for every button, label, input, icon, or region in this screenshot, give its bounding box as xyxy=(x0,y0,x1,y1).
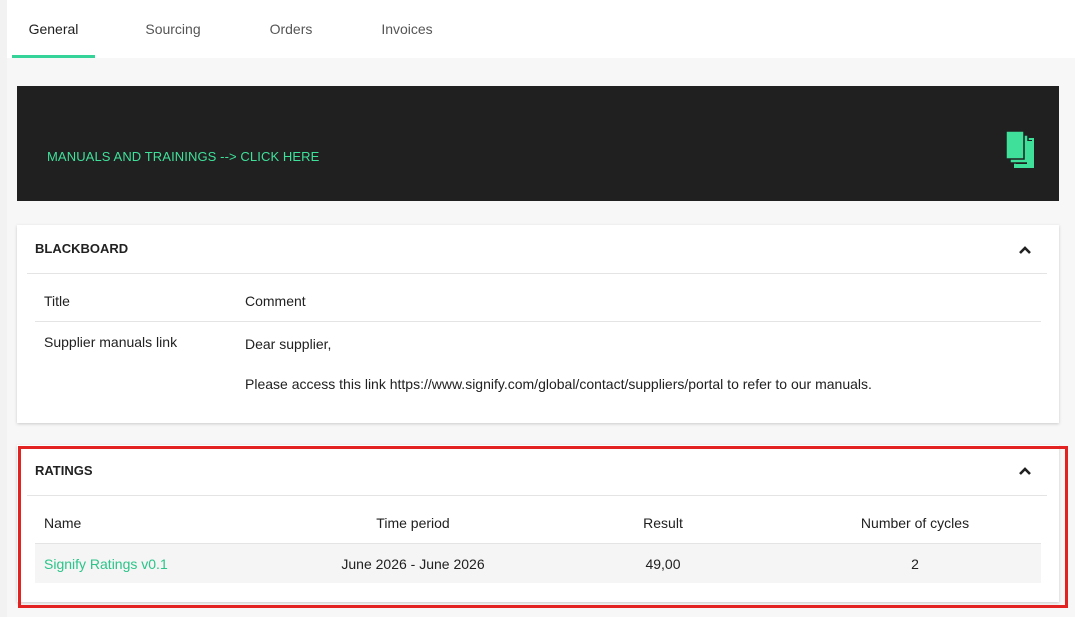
tab-bar: General Sourcing Orders Invoices xyxy=(7,0,1075,58)
ratings-title: RATINGS xyxy=(35,463,93,478)
chevron-up-icon[interactable] xyxy=(1017,244,1033,256)
column-header-time-period: Time period xyxy=(376,515,450,531)
column-header-title: Title xyxy=(44,293,70,309)
rating-result: 49,00 xyxy=(645,556,681,572)
rating-name-link[interactable]: Signify Ratings v0.1 xyxy=(44,556,168,572)
rating-cycles: 2 xyxy=(911,556,919,572)
tab-general[interactable]: General xyxy=(12,0,95,58)
manuals-banner[interactable]: MANUALS AND TRAININGS --> CLICK HERE xyxy=(17,86,1059,201)
column-header-result: Result xyxy=(643,515,683,531)
active-tab-indicator xyxy=(12,55,95,58)
page-shell: General Sourcing Orders Invoices MANUALS… xyxy=(7,0,1075,617)
column-header-name: Name xyxy=(44,515,82,531)
divider xyxy=(27,273,1047,274)
blackboard-comment-line1: Dear supplier, xyxy=(245,336,332,352)
blackboard-comment-line2: Please access this link https://www.sign… xyxy=(245,376,872,392)
ratings-card: RATINGS Name Time period Result Number o… xyxy=(17,445,1059,602)
column-header-comment: Comment xyxy=(245,293,306,309)
chevron-up-icon[interactable] xyxy=(1017,465,1033,477)
blackboard-row-title: Supplier manuals link xyxy=(44,334,178,350)
tab-orders[interactable]: Orders xyxy=(255,0,327,58)
tab-sourcing[interactable]: Sourcing xyxy=(131,0,215,58)
divider xyxy=(27,495,1047,496)
blackboard-title: BLACKBOARD xyxy=(35,241,129,256)
table-row: Signify Ratings v0.1 June 2026 - June 20… xyxy=(35,544,1041,583)
tab-invoices[interactable]: Invoices xyxy=(367,0,447,58)
banner-link-text[interactable]: MANUALS AND TRAININGS --> CLICK HERE xyxy=(47,149,319,164)
column-header-cycles: Number of cycles xyxy=(860,515,970,531)
rating-time-period: June 2026 - June 2026 xyxy=(341,556,485,572)
documents-icon[interactable] xyxy=(1005,131,1035,169)
blackboard-card: BLACKBOARD Title Comment Supplier manual… xyxy=(17,225,1059,423)
header-divider xyxy=(35,321,1041,322)
